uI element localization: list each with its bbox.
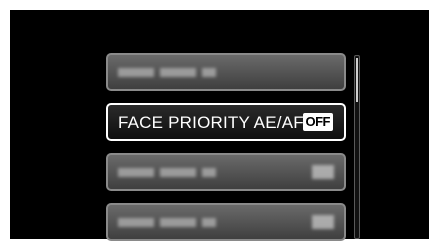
obscured-text bbox=[202, 168, 216, 177]
obscured-text bbox=[202, 218, 216, 227]
menu-item-1[interactable] bbox=[106, 53, 346, 91]
menu-item-3[interactable] bbox=[106, 153, 346, 191]
obscured-status-badge bbox=[312, 165, 334, 179]
obscured-text bbox=[118, 68, 154, 77]
obscured-text bbox=[160, 218, 196, 227]
scrollbar-thumb[interactable] bbox=[356, 58, 358, 102]
menu-item-face-priority[interactable]: FACE PRIORITY AE/AF OFF bbox=[106, 103, 346, 141]
obscured-text bbox=[160, 168, 196, 177]
obscured-text bbox=[160, 68, 196, 77]
obscured-text bbox=[118, 168, 154, 177]
obscured-text bbox=[118, 218, 154, 227]
obscured-status-badge bbox=[312, 215, 334, 229]
off-status-badge: OFF bbox=[302, 113, 333, 131]
menu-scrollbar[interactable] bbox=[354, 55, 360, 239]
menu-item-label: FACE PRIORITY AE/AF bbox=[118, 113, 304, 132]
camera-screen: FACE PRIORITY AE/AF OFF bbox=[10, 10, 429, 241]
menu-item-4[interactable] bbox=[106, 203, 346, 241]
obscured-text bbox=[202, 68, 216, 77]
